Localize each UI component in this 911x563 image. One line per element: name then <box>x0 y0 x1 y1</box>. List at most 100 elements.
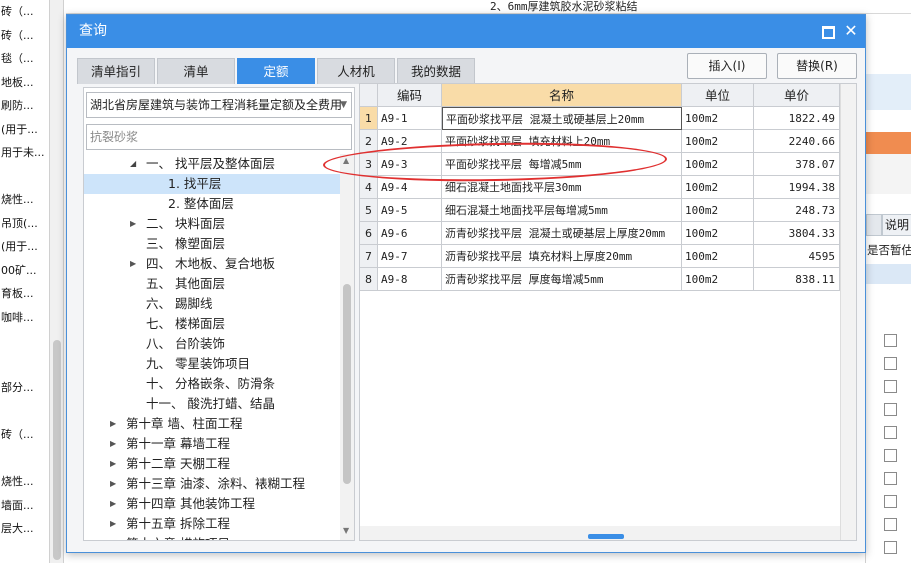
expand-icon[interactable]: ▶ <box>110 534 116 540</box>
code-cell[interactable]: A9-8 <box>378 268 442 291</box>
provisional-checkbox[interactable] <box>884 334 897 347</box>
provisional-checkbox[interactable] <box>884 495 897 508</box>
price-cell[interactable]: 4595 <box>754 245 840 268</box>
code-cell[interactable]: A9-7 <box>378 245 442 268</box>
tree-item[interactable]: ▶ 第十五章 拆除工程 <box>84 514 340 534</box>
expand-icon[interactable]: ▶ <box>130 214 136 234</box>
unit-cell[interactable]: 100m2 <box>682 222 754 245</box>
code-cell[interactable]: A9-3 <box>378 153 442 176</box>
unit-cell[interactable]: 100m2 <box>682 107 754 130</box>
scroll-thumb[interactable] <box>343 284 351 484</box>
expand-icon[interactable]: ▶ <box>110 514 116 534</box>
tree-item[interactable]: 七、 楼梯面层 <box>84 314 340 334</box>
name-cell[interactable]: 沥青砂浆找平层 厚度每增减5mm <box>442 268 682 291</box>
unit-header[interactable]: 单位 <box>682 84 754 107</box>
name-cell[interactable]: 沥青砂浆找平层 混凝土或硬基层上厚度20mm <box>442 222 682 245</box>
panel-resize-handle[interactable] <box>588 534 624 539</box>
tab-bill[interactable]: 清单 <box>157 58 235 84</box>
unit-cell[interactable]: 100m2 <box>682 199 754 222</box>
tree-item[interactable]: ▶ 第十六章 措施项目 <box>84 534 340 540</box>
provisional-checkbox[interactable] <box>884 518 897 531</box>
scroll-down-icon[interactable]: ▼ <box>343 526 349 535</box>
name-header[interactable]: 名称 <box>442 84 682 107</box>
provisional-checkbox[interactable] <box>884 380 897 393</box>
row-number[interactable]: 1 <box>360 107 378 130</box>
price-cell[interactable]: 1994.38 <box>754 176 840 199</box>
search-input[interactable]: 抗裂砂浆 <box>86 124 352 150</box>
tree-item[interactable]: 十、 分格嵌条、防滑条 <box>84 374 340 394</box>
row-number[interactable]: 3 <box>360 153 378 176</box>
close-icon[interactable]: ✕ <box>843 23 859 39</box>
expand-icon[interactable]: ▶ <box>110 434 116 454</box>
name-cell[interactable]: 细石混凝土地面找平层每增减5mm <box>442 199 682 222</box>
code-cell[interactable]: A9-1 <box>378 107 442 130</box>
collapse-icon[interactable]: ◢ <box>130 154 136 174</box>
tree-item[interactable]: 六、 踢脚线 <box>84 294 340 314</box>
tree-item[interactable]: ▶ 第十三章 油漆、涂料、裱糊工程 <box>84 474 340 494</box>
price-cell[interactable]: 2240.66 <box>754 130 840 153</box>
tab-labor-material-machine[interactable]: 人材机 <box>317 58 395 84</box>
tree-item[interactable]: 1. 找平层 <box>84 174 340 194</box>
insert-button[interactable]: 插入(I) <box>687 53 767 79</box>
price-cell[interactable]: 378.07 <box>754 153 840 176</box>
unit-cell[interactable]: 100m2 <box>682 130 754 153</box>
expand-icon[interactable]: ▶ <box>110 474 116 494</box>
background-button[interactable] <box>866 214 882 236</box>
scroll-up-icon[interactable]: ▲ <box>343 156 349 165</box>
price-cell[interactable]: 3804.33 <box>754 222 840 245</box>
replace-button[interactable]: 替换(R) <box>777 53 857 79</box>
code-cell[interactable]: A9-5 <box>378 199 442 222</box>
row-number[interactable]: 2 <box>360 130 378 153</box>
code-cell[interactable]: A9-6 <box>378 222 442 245</box>
expand-icon[interactable]: ▶ <box>110 414 116 434</box>
code-cell[interactable]: A9-4 <box>378 176 442 199</box>
quota-library-select[interactable]: 湖北省房屋建筑与装饰工程消耗量定额及全费用 ▼ <box>86 92 352 118</box>
description-button[interactable]: 说明 <box>882 214 911 236</box>
row-number[interactable]: 8 <box>360 268 378 291</box>
tree-item[interactable]: ▶ 第十四章 其他装饰工程 <box>84 494 340 514</box>
price-cell[interactable]: 838.11 <box>754 268 840 291</box>
price-header[interactable]: 单价 <box>754 84 840 107</box>
maximize-icon[interactable] <box>819 23 835 39</box>
dialog-titlebar[interactable]: 查询 ✕ <box>67 15 865 48</box>
price-cell[interactable]: 1822.49 <box>754 107 840 130</box>
name-cell[interactable]: 平面砂浆找平层 填充材料上20mm <box>442 130 682 153</box>
tree-item[interactable]: ▶ 二、 块料面层 <box>84 214 340 234</box>
tree-item[interactable]: ▶ 第十二章 天棚工程 <box>84 454 340 474</box>
expand-icon[interactable]: ▶ <box>110 494 116 514</box>
tree-item[interactable]: ▶ 四、 木地板、复合地板 <box>84 254 340 274</box>
row-number[interactable]: 7 <box>360 245 378 268</box>
tree-item[interactable]: ▶ 第十一章 幕墙工程 <box>84 434 340 454</box>
row-number[interactable]: 5 <box>360 199 378 222</box>
name-cell[interactable]: 沥青砂浆找平层 填充材料上厚度20mm <box>442 245 682 268</box>
name-cell[interactable]: 平面砂浆找平层 每增减5mm <box>442 153 682 176</box>
row-number[interactable]: 4 <box>360 176 378 199</box>
tree-item[interactable]: 九、 零星装饰项目 <box>84 354 340 374</box>
tree-item[interactable]: ▶ 第十章 墙、柱面工程 <box>84 414 340 434</box>
expand-icon[interactable]: ▶ <box>110 454 116 474</box>
name-cell[interactable]: 平面砂浆找平层 混凝土或硬基层上20mm <box>442 107 682 130</box>
code-header[interactable]: 编码 <box>378 84 442 107</box>
provisional-checkbox[interactable] <box>884 541 897 554</box>
tab-quota[interactable]: 定额 <box>237 58 315 84</box>
provisional-checkbox[interactable] <box>884 449 897 462</box>
background-scrollbar[interactable] <box>50 0 64 563</box>
provisional-checkbox[interactable] <box>884 472 897 485</box>
scroll-thumb[interactable] <box>53 340 61 560</box>
tab-bill-guide[interactable]: 清单指引 <box>77 58 155 84</box>
name-cell[interactable]: 细石混凝土地面找平层30mm <box>442 176 682 199</box>
provisional-checkbox[interactable] <box>884 426 897 439</box>
expand-icon[interactable]: ▶ <box>130 254 136 274</box>
tree-item[interactable]: ◢ 一、 找平层及整体面层 <box>84 154 340 174</box>
price-cell[interactable]: 248.73 <box>754 199 840 222</box>
tree-item[interactable]: 三、 橡塑面层 <box>84 234 340 254</box>
tree-item[interactable]: 八、 台阶装饰 <box>84 334 340 354</box>
provisional-checkbox[interactable] <box>884 403 897 416</box>
row-number[interactable]: 6 <box>360 222 378 245</box>
provisional-checkbox[interactable] <box>884 357 897 370</box>
chevron-down-icon[interactable]: ▼ <box>340 93 347 117</box>
tab-my-data[interactable]: 我的数据 <box>397 58 475 84</box>
table-scrollbar[interactable] <box>840 84 856 540</box>
tree-item[interactable]: 五、 其他面层 <box>84 274 340 294</box>
tree-item[interactable]: 十一、 酸洗打蜡、结晶 <box>84 394 340 414</box>
